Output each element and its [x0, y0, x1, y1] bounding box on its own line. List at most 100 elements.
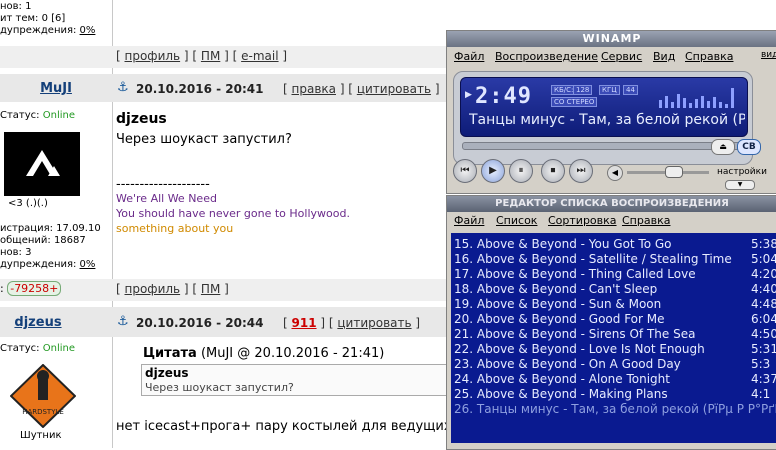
quote-header: Цитата (MuJI @ 20.10.2016 - 21:41) [143, 346, 385, 361]
spectrum-visualizer-icon [659, 88, 734, 108]
post3-actions: [ 911 ] [ цитировать ] [283, 316, 421, 330]
quote-link-2[interactable]: цитировать [337, 316, 411, 330]
post2-warnings: дупреждения: 0% [0, 259, 96, 270]
right-panel-label: вид [761, 50, 776, 60]
post2-msgs: общений: 18687 [0, 235, 86, 246]
edit-link[interactable]: правка [292, 82, 337, 96]
winamp-window[interactable]: WINAMP Файл Воспроизведение Сервис Вид С… [446, 30, 776, 194]
playlist-item[interactable]: 19. Above & Beyond - Sun & Moon 4:48 [454, 297, 776, 312]
playlist-item[interactable]: 17. Above & Beyond - Thing Called Love 4:… [454, 267, 776, 282]
post2-sig-sep: -------------------- [116, 177, 210, 192]
hardstyle-avatar-icon: HARDSTYLE [9, 363, 77, 429]
khz-label: КГЦ [599, 85, 620, 95]
winamp-menu: Файл Воспроизведение Сервис Вид Справка … [447, 49, 776, 65]
stereo-indicator: СО СТЕРЕО [551, 97, 598, 107]
post2-datetime: 20.10.2016 - 20:41 [136, 82, 264, 96]
playlist-list[interactable]: 15. Above & Beyond - You Got To Go 5:38 1… [451, 233, 776, 443]
playlist-item[interactable]: 24. Above & Beyond - Alone Tonight 4:37 [454, 372, 776, 387]
seek-bar[interactable] [462, 142, 744, 150]
playlist-item[interactable]: 22. Above & Beyond - Love Is Not Enough 5… [454, 342, 776, 357]
winamp-titlebar[interactable]: WINAMP [447, 31, 776, 47]
quote-link[interactable]: цитировать [357, 82, 431, 96]
playlist-menu: Файл Список Сортировка Справка [447, 213, 776, 229]
post2-reputation: : -79258+ [0, 281, 62, 296]
anchor-icon-2[interactable]: ⚓ [117, 314, 129, 329]
lcd-panel: ▶ 2:49 КБ/С: 128 КГЦ 44 СО СТЕРЕО Танцы … [460, 77, 748, 137]
post1-links: [ профиль ] [ ПМ ] [ e-mail ] [116, 49, 288, 63]
pl-menu-sort[interactable]: Сортировка [548, 214, 617, 227]
post3-username[interactable]: djzeus [0, 315, 94, 330]
reputation-badge[interactable]: -79258+ [7, 281, 62, 296]
playlist-item[interactable]: 16. Above & Beyond - Satellite / Stealin… [454, 252, 776, 267]
playlist-item[interactable]: 20. Above & Beyond - Good For Me 6:04 [454, 312, 776, 327]
now-playing-title: Танцы минус - Там, за белой рекой (РїРµ [469, 112, 745, 128]
khz-value: 44 [623, 85, 638, 95]
winamp-display: ▶ 2:49 КБ/С: 128 КГЦ 44 СО СТЕРЕО Танцы … [453, 71, 753, 165]
play-button[interactable]: ▶ [481, 159, 505, 183]
playlist-item[interactable]: 21. Above & Beyond - Sirens Of The Sea 4:… [454, 327, 776, 342]
pl-menu-list[interactable]: Список [496, 214, 537, 227]
settings-label[interactable]: настройки [717, 167, 767, 177]
cb-toggle-button[interactable]: CB [737, 139, 761, 155]
anchor-icon[interactable]: ⚓ [117, 80, 129, 95]
post3-text: нет icecast+прога+ пару костылей для вед… [116, 419, 452, 434]
playlist-item[interactable]: 25. Above & Beyond - Making Plans 4:1 [454, 387, 776, 402]
post3-status: Статус: Online [0, 343, 75, 354]
post2-avatar [4, 132, 80, 196]
menu-view[interactable]: Вид [653, 50, 675, 63]
email-link[interactable]: e-mail [241, 49, 278, 63]
post2-actions: [ правка ] [ цитировать ] [283, 82, 440, 96]
post2-sig1: We're All We Need [116, 192, 217, 205]
next-button[interactable]: ⏭ [569, 159, 593, 183]
online-status: Online [42, 110, 75, 121]
quote-author: djzeus [145, 366, 189, 380]
playlist-item[interactable]: 18. Above & Beyond - Can't Sleep 4:40 [454, 282, 776, 297]
pl-menu-help[interactable]: Справка [622, 214, 670, 227]
post3-avatar-caption: Шутник [20, 430, 62, 441]
svg-text:HARDSTYLE: HARDSTYLE [22, 408, 64, 416]
post2-links: [ профиль ] [ ПМ ] [116, 282, 229, 296]
menu-playback[interactable]: Воспроизведение [495, 50, 598, 63]
post1-themes: нов: 1 [0, 1, 32, 12]
post2-text: Через шоукаст запустил? [116, 132, 292, 147]
post-number-link[interactable]: 911 [292, 316, 317, 330]
playlist-titlebar[interactable]: РЕДАКТОР СПИСКА ВОСПРОИЗВЕДЕНИЯ [447, 196, 776, 212]
settings-dropdown-icon[interactable]: ▼ [725, 180, 755, 190]
playlist-item-current[interactable]: 26. Танцы минус - Там, за белой рекой (Р… [454, 402, 776, 417]
volume-handle[interactable] [665, 166, 683, 178]
profile-link[interactable]: профиль [125, 49, 181, 63]
playlist-item[interactable]: 23. Above & Beyond - On A Good Day 5:3 [454, 357, 776, 372]
post3-avatar: HARDSTYLE [9, 363, 77, 429]
post1-topics: ит тем: 0 [6] [0, 13, 66, 24]
post2-username[interactable]: MuJI [0, 81, 112, 96]
post2-sig3: something about you [116, 222, 234, 235]
pm-link[interactable]: ПМ [201, 49, 220, 63]
post1-warnings: дупреждения: 0% [0, 25, 96, 36]
playlist-item[interactable]: 15. Above & Beyond - You Got To Go 5:38 [454, 237, 776, 252]
post2-status: Статус: Online [0, 110, 75, 121]
post2-reg: истрация: 17.09.10 [0, 223, 101, 234]
pm-link-2[interactable]: ПМ [201, 282, 220, 296]
post3-datetime: 20.10.2016 - 20:44 [136, 316, 264, 330]
post2-title: djzeus [116, 111, 167, 127]
elapsed-time[interactable]: 2:49 [475, 84, 532, 109]
prev-button[interactable]: ⏮ [453, 159, 477, 183]
kbps-value: 128 [573, 85, 593, 95]
pl-menu-file[interactable]: Файл [454, 214, 484, 227]
quote-box: djzeus Через шоукаст запустил? [141, 364, 463, 396]
pause-button[interactable]: ⏸ [509, 159, 533, 183]
mute-icon[interactable]: ◀ [607, 165, 623, 181]
quote-text: Через шоукаст запустил? [145, 381, 294, 394]
menu-service[interactable]: Сервис [601, 50, 642, 63]
post2-sig2: You should have never gone to Hollywood. [116, 207, 350, 220]
menu-file[interactable]: Файл [454, 50, 484, 63]
eject-button[interactable]: ⏏ [711, 139, 735, 155]
play-indicator-icon: ▶ [465, 90, 472, 100]
anjuna-logo-icon [26, 150, 60, 176]
post2-avatar-caption: <3 (.)(.) [8, 198, 48, 209]
menu-help[interactable]: Справка [685, 50, 733, 63]
profile-link-2[interactable]: профиль [125, 282, 181, 296]
stop-button[interactable]: ⏹ [541, 159, 565, 183]
playlist-window[interactable]: РЕДАКТОР СПИСКА ВОСПРОИЗВЕДЕНИЯ Файл Спи… [446, 195, 776, 450]
post2-themes: нов: 3 [0, 247, 32, 258]
